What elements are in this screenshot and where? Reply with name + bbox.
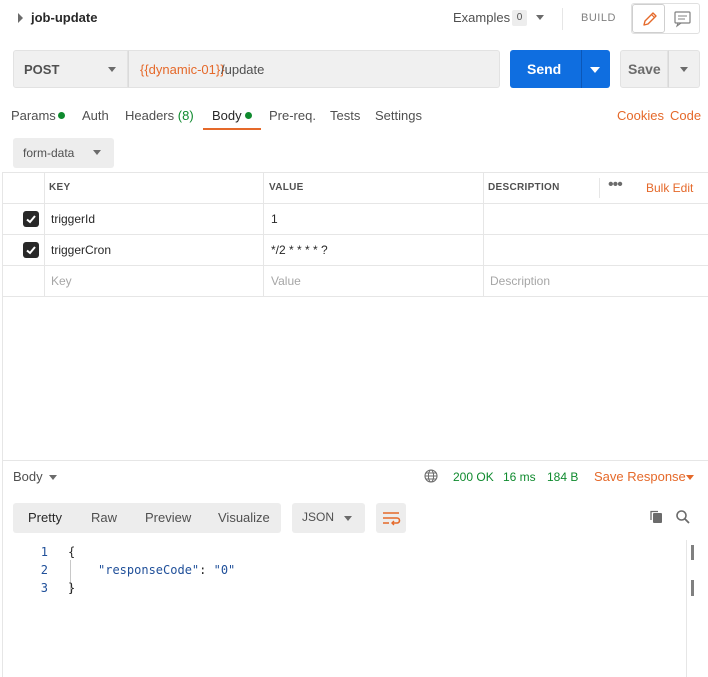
more-options-icon[interactable]: ••• <box>608 177 623 193</box>
scrollbar-marker <box>691 545 694 560</box>
code-line-2: "responseCode": "0" <box>98 563 235 577</box>
row-checkbox[interactable] <box>23 211 39 227</box>
line-number: 3 <box>40 581 48 595</box>
column-header-value: VALUE <box>269 182 304 193</box>
code-link[interactable]: Code <box>670 108 701 123</box>
response-size[interactable]: 184 B <box>547 470 578 484</box>
response-status[interactable]: 200 OK <box>453 470 494 484</box>
active-tab-underline <box>203 128 261 130</box>
tab-headers-label: Headers <box>125 108 175 123</box>
headers-count: (8) <box>177 108 194 123</box>
checkmark-icon <box>26 215 36 224</box>
method-label: POST <box>24 62 60 77</box>
request-title: job-update <box>31 10 98 25</box>
divider <box>599 178 600 198</box>
json-key: "responseCode" <box>98 563 200 577</box>
globe-icon[interactable] <box>424 469 438 486</box>
code-line-3: } <box>68 581 76 595</box>
divider <box>562 8 563 30</box>
build-mode-label: BUILD <box>581 12 616 24</box>
tab-auth[interactable]: Auth <box>82 108 109 123</box>
url-variable: {{dynamic-01}} <box>140 62 225 77</box>
chevron-down-icon[interactable] <box>686 475 694 480</box>
bulk-edit-link[interactable]: Bulk Edit <box>646 181 693 195</box>
pencil-icon <box>643 12 657 26</box>
divider <box>483 172 484 297</box>
chevron-down-icon[interactable] <box>49 475 57 480</box>
view-pretty-tab[interactable]: Pretty <box>28 510 62 525</box>
tab-body[interactable]: Body <box>212 108 242 123</box>
param-value[interactable]: */2 * * * * ? <box>271 243 328 257</box>
json-value: "0" <box>213 563 236 577</box>
search-icon[interactable] <box>675 509 691 528</box>
view-raw-tab[interactable]: Raw <box>91 510 117 525</box>
chevron-down-icon[interactable] <box>536 15 544 20</box>
body-type-label: form-data <box>23 146 75 160</box>
param-key[interactable]: triggerCron <box>51 243 111 257</box>
line-number: 1 <box>40 545 48 559</box>
copy-icon[interactable] <box>648 509 664 528</box>
response-time[interactable]: 16 ms <box>503 470 536 484</box>
wrap-lines-button[interactable] <box>376 503 406 533</box>
chevron-down-icon <box>344 516 352 521</box>
params-indicator-dot <box>58 112 65 119</box>
save-button-label: Save <box>628 61 661 77</box>
examples-button[interactable]: Examples <box>453 10 510 25</box>
new-key-input[interactable]: Key <box>51 274 72 288</box>
chevron-down-icon <box>680 67 688 72</box>
tab-pre-request[interactable]: Pre-req. <box>269 108 316 123</box>
tab-params[interactable]: Params <box>11 108 56 123</box>
view-preview-tab[interactable]: Preview <box>145 510 191 525</box>
collapse-triangle-icon[interactable] <box>18 13 23 23</box>
divider <box>3 296 708 297</box>
divider <box>44 172 45 297</box>
url-path: /update <box>221 62 265 77</box>
divider <box>2 172 3 460</box>
response-body-select[interactable]: Body <box>13 469 43 484</box>
new-value-input[interactable]: Value <box>271 274 301 288</box>
checkmark-icon <box>26 246 36 255</box>
code-line-1: { <box>68 545 76 559</box>
column-header-key: KEY <box>49 182 71 193</box>
param-key[interactable]: triggerId <box>51 212 95 226</box>
divider <box>3 203 708 204</box>
format-label: JSON <box>302 510 335 524</box>
comment-icon <box>674 11 691 28</box>
tab-settings[interactable]: Settings <box>375 108 422 123</box>
comments-button[interactable] <box>666 4 699 33</box>
cookies-link[interactable]: Cookies <box>617 108 664 123</box>
divider <box>3 172 708 173</box>
tab-headers[interactable]: Headers (8) <box>125 108 194 123</box>
save-response-button[interactable]: Save Response <box>594 469 686 484</box>
json-colon: : <box>199 563 214 577</box>
divider <box>3 460 708 461</box>
divider <box>3 234 708 235</box>
divider <box>2 460 3 677</box>
send-button-label: Send <box>527 61 562 77</box>
column-header-description: DESCRIPTION <box>488 182 560 193</box>
row-checkbox[interactable] <box>23 242 39 258</box>
divider <box>263 172 264 297</box>
new-description-input[interactable]: Description <box>490 274 550 288</box>
scrollbar-marker <box>691 580 694 596</box>
chevron-down-icon <box>93 150 101 155</box>
examples-count-badge: 0 <box>512 10 527 26</box>
body-indicator-dot <box>245 112 252 119</box>
line-number: 2 <box>40 563 48 577</box>
tab-tests[interactable]: Tests <box>330 108 360 123</box>
param-value[interactable]: 1 <box>271 212 278 226</box>
chevron-down-icon <box>108 67 116 72</box>
edit-mode-button[interactable] <box>632 4 665 33</box>
wrap-lines-icon <box>383 512 401 526</box>
chevron-down-icon <box>590 67 600 73</box>
divider <box>3 265 708 266</box>
scrollbar-track[interactable] <box>686 540 687 677</box>
view-visualize-tab[interactable]: Visualize <box>218 510 270 525</box>
